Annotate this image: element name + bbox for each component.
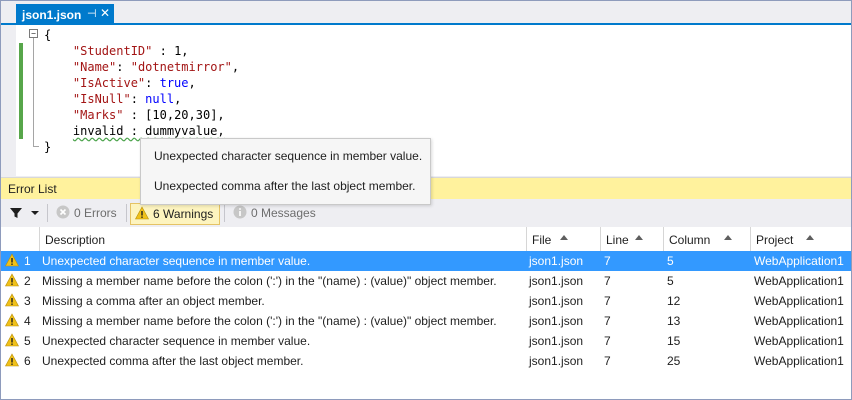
- row-file: json1.json: [529, 334, 584, 348]
- row-line: 7: [604, 294, 611, 308]
- warning-icon: [135, 206, 149, 220]
- row-description: Unexpected character sequence in member …: [42, 334, 311, 348]
- column-header-project[interactable]: Project: [750, 227, 851, 251]
- toolbar-separator: [224, 204, 225, 222]
- row-file: json1.json: [529, 254, 584, 268]
- warning-icon: [5, 273, 19, 287]
- document-tabstrip: json1.json ⊣ ✕: [1, 1, 851, 25]
- row-description: Unexpected character sequence in member …: [42, 254, 311, 268]
- row-description: Unexpected comma after the last object m…: [42, 354, 304, 368]
- close-icon[interactable]: ✕: [100, 6, 110, 20]
- column-header-file[interactable]: File: [526, 227, 600, 251]
- row-number: 4: [24, 314, 31, 328]
- row-number: 1: [24, 254, 31, 268]
- table-row[interactable]: 3 Missing a comma after an object member…: [1, 291, 851, 311]
- column-header-column[interactable]: Column: [663, 227, 750, 251]
- warnings-filter-button[interactable]: 6 Warnings: [130, 203, 220, 225]
- column-header-line[interactable]: Line: [600, 227, 663, 251]
- row-description: Missing a member name before the colon (…: [42, 274, 497, 288]
- code-line-2: "StudentID" : 1,: [72, 44, 189, 58]
- code-line-1: {: [44, 28, 52, 42]
- row-description: Missing a comma after an object member.: [42, 294, 265, 308]
- row-line: 7: [604, 254, 611, 268]
- code-text[interactable]: { "StudentID" : 1, "Name": "dotnetmirror…: [44, 27, 239, 155]
- table-row[interactable]: 4 Missing a member name before the colon…: [1, 311, 851, 331]
- row-file: json1.json: [529, 294, 584, 308]
- row-column: 5: [667, 254, 674, 268]
- warning-icon: [5, 333, 19, 347]
- table-row[interactable]: 5 Unexpected character sequence in membe…: [1, 331, 851, 351]
- change-tracking-bar: [19, 43, 23, 139]
- tooltip-line-1: Unexpected character sequence in member …: [154, 149, 423, 163]
- column-header-description[interactable]: Description: [39, 227, 526, 251]
- messages-filter-button[interactable]: 0 Messages: [229, 203, 319, 223]
- row-number: 6: [24, 354, 31, 368]
- error-list-grid: Description File Line Column Project 1 U…: [1, 227, 851, 399]
- info-icon: [233, 205, 247, 219]
- row-file: json1.json: [529, 354, 584, 368]
- warning-icon: [5, 293, 19, 307]
- visual-studio-window: json1.json ⊣ ✕ − { "StudentID" : 1, "Nam…: [0, 0, 852, 400]
- toolbar-separator: [126, 204, 127, 222]
- row-project: WebApplication1: [754, 334, 844, 348]
- filter-button[interactable]: [9, 205, 39, 221]
- document-tab-label: json1.json: [22, 8, 82, 22]
- row-project: WebApplication1: [754, 314, 844, 328]
- chevron-down-icon[interactable]: [31, 211, 39, 217]
- row-number: 3: [24, 294, 31, 308]
- invalid-code-squiggle[interactable]: invalid : dummyvalue,: [73, 124, 225, 138]
- sort-ascending-icon: [560, 235, 568, 240]
- row-line: 7: [604, 334, 611, 348]
- tooltip-line-2: Unexpected comma after the last object m…: [154, 179, 416, 193]
- row-project: WebApplication1: [754, 274, 844, 288]
- row-column: 25: [667, 354, 681, 368]
- error-icon: [56, 205, 70, 219]
- sort-ascending-icon: [724, 235, 732, 240]
- outline-guide: [33, 38, 34, 146]
- errors-filter-button[interactable]: 0 Errors: [52, 203, 122, 223]
- row-number: 2: [24, 274, 31, 288]
- row-line: 7: [604, 274, 611, 288]
- toolbar-separator: [47, 204, 48, 222]
- row-line: 7: [604, 314, 611, 328]
- table-row[interactable]: 1 Unexpected character sequence in membe…: [1, 251, 851, 271]
- code-line-3: "Name": "dotnetmirror",: [72, 60, 240, 74]
- code-line-6: "Marks" : [10,20,30],: [72, 108, 225, 122]
- row-file: json1.json: [529, 314, 584, 328]
- code-line-7: invalid : dummyvalue,: [44, 123, 239, 139]
- code-line-5: "IsNull": null,: [72, 92, 182, 106]
- row-column: 5: [667, 274, 674, 288]
- row-column: 12: [667, 294, 681, 308]
- row-project: WebApplication1: [754, 254, 844, 268]
- warning-icon: [5, 313, 19, 327]
- error-tooltip: Unexpected character sequence in member …: [140, 138, 431, 205]
- outline-guide-end: [33, 146, 39, 147]
- collapse-outline-icon[interactable]: −: [29, 29, 38, 38]
- error-list-header: Description File Line Column Project: [1, 227, 851, 252]
- warning-icon: [5, 253, 19, 267]
- sort-ascending-icon: [635, 235, 643, 240]
- warning-icon: [5, 353, 19, 367]
- table-row[interactable]: 2 Missing a member name before the colon…: [1, 271, 851, 291]
- row-description: Missing a member name before the colon (…: [42, 314, 497, 328]
- table-row[interactable]: 6 Unexpected comma after the last object…: [1, 351, 851, 371]
- row-column: 13: [667, 314, 681, 328]
- row-line: 7: [604, 354, 611, 368]
- sort-ascending-icon: [806, 235, 814, 240]
- error-list-title: Error List: [8, 182, 57, 196]
- pin-icon[interactable]: ⊣: [87, 7, 97, 20]
- document-tab-json1[interactable]: json1.json ⊣ ✕: [16, 4, 114, 25]
- code-line-4: "IsActive": true,: [72, 76, 196, 90]
- row-project: WebApplication1: [754, 294, 844, 308]
- row-file: json1.json: [529, 274, 584, 288]
- row-project: WebApplication1: [754, 354, 844, 368]
- row-column: 15: [667, 334, 681, 348]
- row-number: 5: [24, 334, 31, 348]
- filter-icon: [10, 208, 22, 218]
